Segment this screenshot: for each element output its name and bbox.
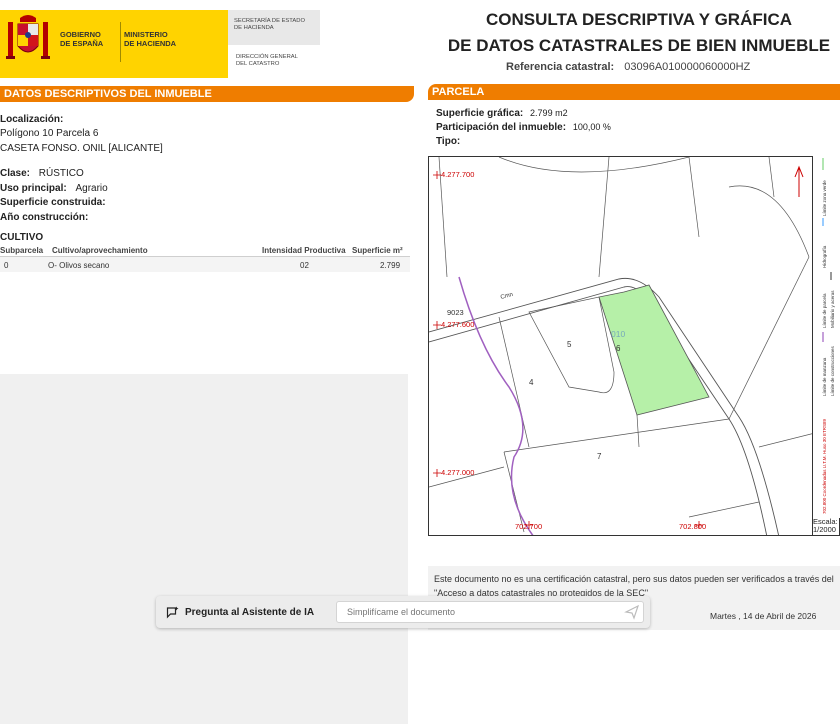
map-scale: Escala: 1/2000 [812, 518, 840, 536]
col-header-subparcela: Subparcela [0, 246, 44, 255]
map-label-010: 010 [611, 329, 625, 339]
north-arrow-icon [794, 165, 804, 197]
section-bar-descriptive: DATOS DESCRIPTIVOS DEL INMUEBLE [0, 86, 414, 102]
legend-drawing: Límite zona verde Hidrografía Límite de … [822, 158, 835, 514]
localizacion-label: Localización: [0, 114, 64, 125]
chat-sparkle-icon [166, 606, 179, 618]
anio-construccion-label: Año construcción: [0, 212, 89, 223]
grid-tick [433, 321, 441, 329]
legend-item-parcela: Límite de parcela [822, 293, 827, 328]
map-line [498, 316, 530, 448]
gobierno-label: GOBIERNO DE ESPAÑA [60, 30, 104, 48]
cultivo-title: CULTIVO [0, 232, 44, 243]
map-line [728, 185, 810, 258]
map-label-9023: 9023 [447, 308, 464, 317]
grid-tick [433, 469, 441, 477]
col-header-intensidad: Intensidad Productiva [262, 246, 346, 255]
header-separator [120, 22, 121, 62]
parcel-label-4: 4 [529, 378, 534, 387]
cell-subparcela: 0 [4, 261, 9, 270]
page-title-line1: CONSULTA DESCRIPTIVA Y GRÁFICA [485, 10, 793, 29]
coord-label-x1: 702.700 [515, 522, 542, 531]
empty-area [0, 374, 408, 724]
col-header-superficie: Superficie m² [352, 246, 403, 255]
section-bar-parcel: PARCELA [428, 84, 840, 100]
legend-coordinates: 702.800 Coordenadas U.T.M. Huso 30 ETRS8… [822, 418, 827, 514]
superficie-grafica-label: Superficie gráfica: [436, 108, 524, 119]
cell-superficie: 2.799 [380, 261, 401, 270]
coat-of-arms-icon [6, 15, 50, 59]
superficie-grafica-value: 2.799 m2 [530, 108, 568, 118]
map-line [688, 157, 700, 238]
ai-assistant-label: Pregunta al Asistente de IA [185, 606, 315, 618]
cadastral-reference: Referencia catastral: 03096A010000060000H… [506, 61, 750, 73]
cell-intensidad: 02 [300, 261, 309, 270]
legend-item-construcciones: Límite de construcciones [830, 345, 835, 396]
map-line [598, 157, 610, 278]
map-line [503, 418, 730, 453]
cell-cultivo: O- Olivos secano [48, 261, 110, 270]
uso-row: Uso principal: Agrario [0, 183, 108, 194]
uso-label: Uso principal: [0, 183, 67, 194]
map-line [528, 296, 615, 394]
uso-value: Agrario [75, 183, 108, 194]
parcel-label-6: 6 [616, 344, 621, 353]
page-title-line2: DE DATOS CATASTRALES DE BIEN INMUEBLE [447, 36, 831, 55]
map-line [498, 157, 690, 173]
map-line [768, 157, 775, 198]
localizacion-line1: Polígono 10 Parcela 6 [0, 128, 99, 139]
participacion-row: Participación del inmueble: 100,00 % [436, 122, 611, 133]
road-line [429, 277, 780, 535]
localizacion-line2: CASETA FONSO. ONIL [ALICANTE] [0, 143, 163, 154]
map-line [636, 414, 640, 448]
legend-item-hidrografia: Hidrografía [822, 245, 827, 268]
clase-row: Clase: RÚSTICO [0, 168, 84, 179]
participacion-label: Participación del inmueble: [436, 122, 567, 133]
road-label: Cmn [500, 292, 514, 301]
map-line [728, 256, 810, 420]
parcel-label-7: 7 [597, 452, 602, 461]
coord-label-y1: 4.277.700 [441, 170, 474, 179]
coord-label-y3: 4.277.000 [441, 468, 474, 477]
col-header-cultivo: Cultivo/aprovechamiento [52, 246, 148, 255]
map-legend: Límite zona verde Hidrografía Límite de … [812, 156, 840, 518]
ai-assistant-button[interactable]: Pregunta al Asistente de IA [160, 601, 330, 623]
ref-value: 03096A010000060000HZ [624, 61, 751, 73]
superficie-grafica-row: Superficie gráfica: 2.799 m2 [436, 108, 568, 119]
legend-item-manzana: Límite de manzana [822, 357, 827, 396]
legend-item-zona-verde: Límite zona verde [822, 180, 827, 216]
ministerio-label: MINISTERIO DE HACIENDA [124, 30, 177, 48]
clase-value: RÚSTICO [38, 168, 84, 179]
map-drawing: 4.277.700 4.277.600 4.277.000 702.700 70… [429, 157, 839, 535]
tipo-label: Tipo: [436, 136, 461, 147]
secretaria-label: SECRETARÍA DE ESTADO DE HACIENDA [234, 18, 305, 31]
parcel-label-5: 5 [567, 340, 572, 349]
coord-label-x2: 702.800 [679, 522, 706, 531]
map-line [503, 451, 525, 533]
direccion-label: DIRECCIÓN GENERAL DEL CATASTRO [236, 54, 298, 67]
ref-label: Referencia catastral: [506, 61, 615, 73]
header: GOBIERNO DE ESPAÑA MINISTERIO DE HACIENDA … [0, 0, 840, 80]
parcel-map[interactable]: 4.277.700 4.277.600 4.277.000 702.700 70… [428, 156, 840, 536]
coord-label-y2: 4.277.600 [441, 320, 474, 329]
superficie-construida-label: Superficie construida: [0, 197, 106, 208]
map-line [688, 501, 760, 518]
legend-item-mobiliario: Mobiliario y aceras [830, 290, 835, 328]
ai-prompt-input[interactable] [336, 601, 644, 623]
clase-label: Clase: [0, 168, 31, 179]
send-icon[interactable] [624, 604, 640, 620]
road-line [429, 286, 768, 535]
participacion-value: 100,00 % [572, 122, 611, 132]
document-date: Martes , 14 de Abril de 2026 [710, 611, 817, 621]
descriptive-panel: Localización: Polígono 10 Parcela 6 CASE… [0, 102, 412, 724]
escala-value: 1/2000 [813, 525, 836, 534]
